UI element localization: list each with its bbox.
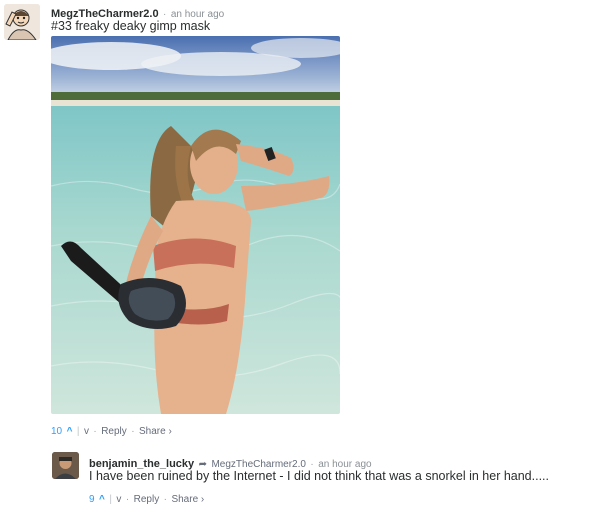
- upvote-count: 9: [89, 494, 95, 505]
- comment-text: I have been ruined by the Internet - I d…: [89, 469, 550, 483]
- downvote-icon[interactable]: v: [116, 494, 121, 505]
- cartoon-avatar-icon: [4, 4, 40, 40]
- avatar[interactable]: [52, 452, 79, 479]
- reply-button[interactable]: Reply: [101, 426, 127, 437]
- upvote-icon[interactable]: ^: [67, 426, 73, 437]
- user-photo-avatar-icon: [52, 452, 79, 479]
- downvote-icon[interactable]: v: [84, 426, 89, 437]
- vote-separator: |: [109, 494, 112, 505]
- separator-dot: ·: [163, 494, 167, 505]
- separator-dot: ·: [93, 426, 97, 437]
- vote-separator: |: [76, 426, 80, 437]
- separator-dot: ·: [131, 426, 135, 437]
- share-button[interactable]: Share ›: [171, 494, 204, 505]
- beach-photo-image: [51, 36, 340, 414]
- attached-photo[interactable]: [51, 36, 340, 414]
- upvote-count: 10: [51, 426, 63, 437]
- comment-footer: 10 ^ | v · Reply · Share ›: [51, 421, 172, 439]
- comment-text: #33 freaky deaky gimp mask: [51, 19, 211, 33]
- reply-button[interactable]: Reply: [134, 494, 160, 505]
- avatar[interactable]: [4, 4, 40, 40]
- upvote-icon[interactable]: ^: [99, 494, 105, 505]
- share-button[interactable]: Share ›: [139, 426, 172, 437]
- comment-footer: 9 ^ | v · Reply · Share ›: [89, 489, 204, 507]
- separator-dot: ·: [125, 494, 130, 505]
